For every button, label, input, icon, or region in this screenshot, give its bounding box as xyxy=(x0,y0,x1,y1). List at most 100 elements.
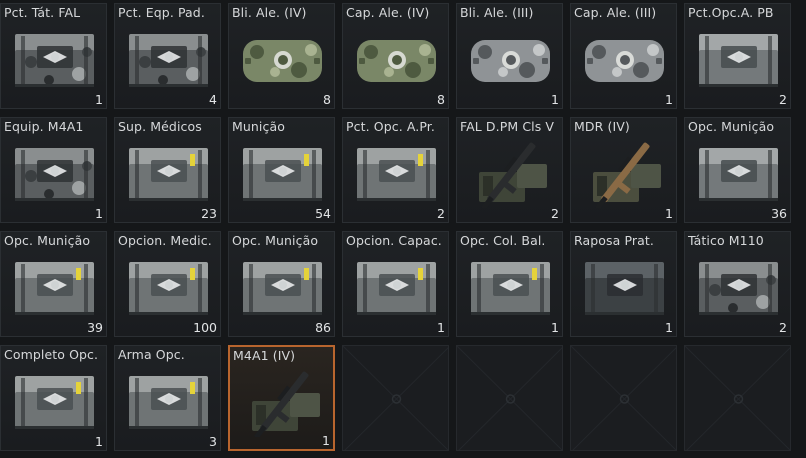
item-count: 1 xyxy=(437,320,445,335)
empty-slot-icon xyxy=(343,346,448,450)
inventory-slot[interactable]: Pct. Tát. FAL 1 xyxy=(0,3,107,109)
item-count: 39 xyxy=(87,320,103,335)
item-count: 1 xyxy=(551,92,559,107)
inventory-slot[interactable]: Arma Opc. 3 xyxy=(114,345,221,451)
inventory-slot[interactable]: Munição 54 xyxy=(228,117,335,223)
item-name: Opc. Munição xyxy=(4,233,91,248)
inventory-slot[interactable]: Cap. Ale. (III) 1 xyxy=(570,3,677,109)
ammo-crate-icon xyxy=(351,250,442,322)
ammo-crate-icon xyxy=(123,136,214,208)
item-name: Cap. Ale. (III) xyxy=(574,5,657,20)
inventory-slot[interactable]: Opc. Munição 39 xyxy=(0,231,107,337)
item-name: Cap. Ale. (IV) xyxy=(346,5,430,20)
camo-crate-icon xyxy=(9,136,100,208)
rifle-crate-icon xyxy=(238,365,329,440)
inventory-slot[interactable]: Opcion. Capac. 1 xyxy=(342,231,449,337)
empty-slot-icon xyxy=(457,346,562,450)
item-name: Pct. Tát. FAL xyxy=(4,5,81,20)
item-name: Pct. Opc. A.Pr. xyxy=(346,119,435,134)
item-name: Equip. M4A1 xyxy=(4,119,84,134)
empty-inventory-slot[interactable] xyxy=(342,345,449,451)
item-name: Raposa Prat. xyxy=(574,233,654,248)
inventory-slot[interactable]: Opc. Munição 36 xyxy=(684,117,791,223)
item-name: Pct. Eqp. Pad. xyxy=(118,5,205,20)
item-count: 1 xyxy=(665,320,673,335)
item-name: M4A1 (IV) xyxy=(233,348,296,363)
ammo-crate-icon xyxy=(351,136,442,208)
empty-inventory-slot[interactable] xyxy=(456,345,563,451)
item-name: Opc. Col. Bal. xyxy=(460,233,546,248)
inventory-slot[interactable]: Opc. Munição 86 xyxy=(228,231,335,337)
inventory-slot[interactable]: Equip. M4A1 1 xyxy=(0,117,107,223)
item-count: 23 xyxy=(201,206,217,221)
camo-crate-icon xyxy=(9,22,100,94)
inventory-slot[interactable]: FAL D.PM Cls V 2 xyxy=(456,117,563,223)
grey-camo-bag-icon xyxy=(465,22,556,94)
item-count: 100 xyxy=(193,320,217,335)
ammo-crate-icon xyxy=(9,364,100,436)
ammo-crate-icon xyxy=(123,250,214,322)
rifle-crate-tan-icon xyxy=(579,136,670,211)
inventory-slot[interactable]: Raposa Prat. 1 xyxy=(570,231,677,337)
item-count: 1 xyxy=(322,433,330,448)
empty-inventory-slot[interactable] xyxy=(570,345,677,451)
inventory-slot[interactable]: Completo Opc. 1 xyxy=(0,345,107,451)
empty-slot-icon xyxy=(571,346,676,450)
metal-crate-icon xyxy=(693,136,784,208)
item-name: Opc. Munição xyxy=(232,233,319,248)
inventory-slot[interactable]: Opc. Col. Bal. 1 xyxy=(456,231,563,337)
camo-crate-icon xyxy=(693,250,784,322)
item-name: MDR (IV) xyxy=(574,119,630,134)
inventory-grid: Pct. Tát. FAL 1 Pct. Eqp. Pad. 4 Bli. Ale.… xyxy=(0,0,806,458)
item-count: 36 xyxy=(771,206,787,221)
green-camo-bag-icon xyxy=(237,22,328,94)
item-name: Opc. Munição xyxy=(688,119,775,134)
item-name: Munição xyxy=(232,119,285,134)
item-name: Tático M110 xyxy=(688,233,764,248)
inventory-slot[interactable]: Pct. Opc. A.Pr. 2 xyxy=(342,117,449,223)
dark-case-icon xyxy=(579,250,670,322)
item-count: 1 xyxy=(665,92,673,107)
item-name: FAL D.PM Cls V xyxy=(460,119,555,134)
ammo-crate-icon xyxy=(237,250,328,322)
item-name: Pct.Opc.A. PB xyxy=(688,5,774,20)
inventory-slot[interactable]: Bli. Ale. (IV) 8 xyxy=(228,3,335,109)
item-count: 1 xyxy=(95,92,103,107)
inventory-slot[interactable]: Pct. Eqp. Pad. 4 xyxy=(114,3,221,109)
item-count: 2 xyxy=(437,206,445,221)
item-count: 2 xyxy=(551,206,559,221)
item-count: 2 xyxy=(779,320,787,335)
item-name: Opcion. Capac. xyxy=(346,233,442,248)
inventory-slot[interactable]: Tático M110 2 xyxy=(684,231,791,337)
item-name: Bli. Ale. (III) xyxy=(460,5,534,20)
item-count: 86 xyxy=(315,320,331,335)
inventory-slot[interactable]: M4A1 (IV) 1 xyxy=(228,345,335,451)
ammo-crate-icon xyxy=(237,136,328,208)
grey-camo-bag-icon xyxy=(579,22,670,94)
ammo-crate-icon xyxy=(9,250,100,322)
item-count: 4 xyxy=(209,92,217,107)
item-count: 3 xyxy=(209,434,217,449)
inventory-slot[interactable]: Cap. Ale. (IV) 8 xyxy=(342,3,449,109)
item-count: 1 xyxy=(95,206,103,221)
item-count: 2 xyxy=(779,92,787,107)
item-name: Sup. Médicos xyxy=(118,119,202,134)
item-count: 1 xyxy=(551,320,559,335)
metal-crate-icon xyxy=(693,22,784,94)
item-name: Arma Opc. xyxy=(118,347,185,362)
item-name: Opcion. Medic. xyxy=(118,233,212,248)
item-count: 8 xyxy=(437,92,445,107)
inventory-slot[interactable]: Bli. Ale. (III) 1 xyxy=(456,3,563,109)
item-name: Completo Opc. xyxy=(4,347,99,362)
ammo-crate-icon xyxy=(465,250,556,322)
inventory-slot[interactable]: Pct.Opc.A. PB 2 xyxy=(684,3,791,109)
empty-inventory-slot[interactable] xyxy=(684,345,791,451)
item-count: 8 xyxy=(323,92,331,107)
item-count: 1 xyxy=(95,434,103,449)
item-count: 54 xyxy=(315,206,331,221)
inventory-slot[interactable]: MDR (IV) 1 xyxy=(570,117,677,223)
green-camo-bag-icon xyxy=(351,22,442,94)
inventory-slot[interactable]: Opcion. Medic. 100 xyxy=(114,231,221,337)
camo-crate-icon xyxy=(123,22,214,94)
inventory-slot[interactable]: Sup. Médicos 23 xyxy=(114,117,221,223)
